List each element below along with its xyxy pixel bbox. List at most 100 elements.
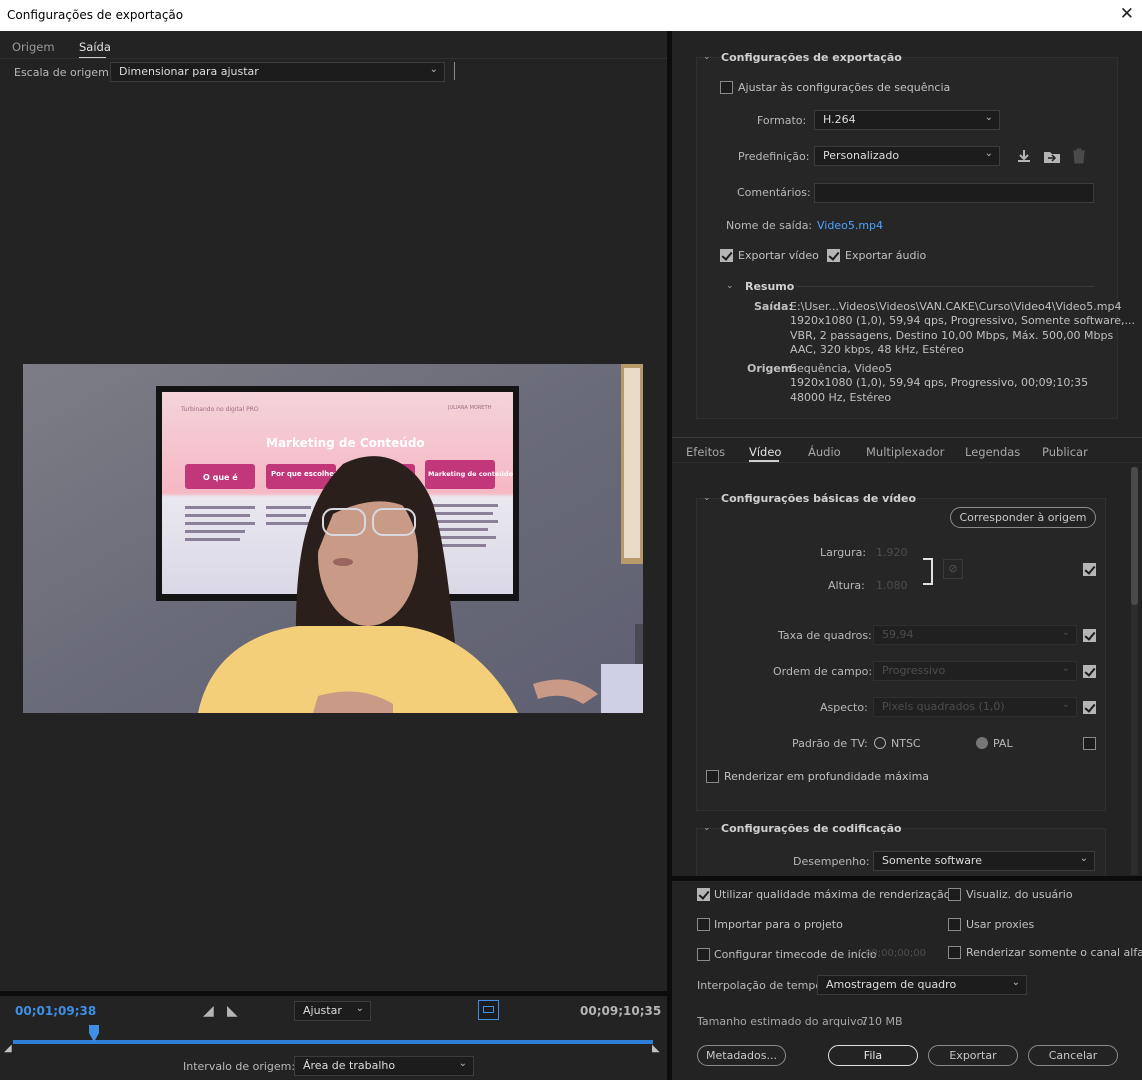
playhead-handle[interactable]	[88, 1025, 99, 1033]
collapse-caret-icon[interactable]: ⌄	[703, 52, 711, 62]
import-project-checkbox[interactable]	[697, 918, 710, 931]
aspect-select[interactable]: Pixels quadrados (1,0) ⌄	[873, 697, 1077, 717]
preset-select[interactable]: Personalizado ⌄	[814, 146, 1000, 166]
constrain-proportions-icon[interactable]: ⊘	[943, 559, 963, 579]
summary-output-label: Saída:	[754, 300, 793, 313]
width-label: Largura:	[820, 546, 867, 559]
match-sequence-checkbox[interactable]	[720, 81, 733, 94]
encoding-title: Configurações de codificação	[721, 822, 902, 835]
slide-title: Marketing de Conteúdo	[266, 436, 425, 450]
aspect-match-checkbox[interactable]	[1083, 701, 1096, 714]
collapse-caret-icon[interactable]: ⌄	[703, 823, 711, 833]
ntsc-radio[interactable]	[874, 737, 886, 749]
use-proxies-checkbox[interactable]	[948, 918, 961, 931]
performance-select[interactable]: Somente software ⌄	[873, 851, 1095, 871]
tab-efeitos[interactable]: Efeitos	[686, 445, 725, 459]
export-audio-checkbox[interactable]	[827, 249, 840, 262]
user-preview-checkbox[interactable]	[948, 888, 961, 901]
comments-input[interactable]	[814, 183, 1094, 203]
scrollbar-thumb[interactable]	[1131, 467, 1138, 605]
max-render-quality-checkbox[interactable]	[697, 888, 710, 901]
summary-output-line: 1920x1080 (1,0), 59,94 qps, Progressivo,…	[790, 314, 1135, 328]
summary-caret-icon[interactable]: ⌄	[726, 281, 734, 291]
preview-image: Turbinando no digital PRO JULIANA MORETH…	[23, 364, 643, 713]
fit-to-frame-icon[interactable]	[478, 1000, 499, 1020]
tab-multiplexador[interactable]: Multiplexador	[866, 445, 944, 459]
total-duration: 00;09;10;35	[580, 1004, 662, 1018]
bottom-splitter[interactable]	[672, 876, 1142, 881]
tab-origem[interactable]: Origem	[12, 40, 55, 54]
frame-rate-match-checkbox[interactable]	[1083, 629, 1096, 642]
max-render-quality-label: Utilizar qualidade máxima de renderizaçã…	[714, 888, 951, 901]
summary-output-line: AAC, 320 kbps, 48 kHz, Estéreo	[790, 343, 964, 357]
source-range-select[interactable]: Área de trabalho ⌄	[294, 1056, 474, 1076]
summary-source-line: 48000 Hz, Estéreo	[790, 390, 892, 404]
field-order-select[interactable]: Progressivo ⌄	[873, 661, 1077, 681]
tab-legendas[interactable]: Legendas	[965, 445, 1020, 459]
timeline-separator	[0, 991, 667, 996]
field-order-value: Progressivo	[882, 664, 946, 677]
cancel-button[interactable]: Cancelar	[1028, 1045, 1118, 1066]
slide-author: JULIANA MORETH	[447, 405, 492, 411]
out-marker-icon[interactable]: ◣	[652, 1043, 660, 1054]
output-name-link[interactable]: Video5.mp4	[817, 219, 883, 232]
width-height-match-checkbox[interactable]	[1083, 563, 1096, 576]
slide-btn-1: O que é	[203, 472, 238, 482]
tv-standard-label: Padrão de TV:	[792, 737, 868, 750]
summary-output-line: E:\User...Videos\Videos\VAN.CAKE\Curso\V…	[790, 300, 1122, 313]
collapse-caret-icon[interactable]: ⌄	[703, 493, 711, 503]
output-name-label: Nome de saída:	[726, 219, 813, 232]
pal-radio[interactable]	[976, 737, 988, 749]
tabs-bottom-divider	[672, 462, 1142, 463]
start-timecode-checkbox[interactable]	[697, 948, 710, 961]
zoom-select[interactable]: Ajustar ⌄	[294, 1001, 371, 1021]
set-in-point-icon[interactable]: ◢	[203, 1003, 214, 1019]
time-interpolation-label: Interpolação de tempo:	[697, 979, 826, 992]
height-value[interactable]: 1.080	[876, 579, 908, 592]
render-alpha-checkbox[interactable]	[948, 946, 961, 959]
delete-preset-icon[interactable]	[1072, 148, 1086, 164]
title-bar: Configurações de exportação ✕	[0, 0, 1142, 31]
tv-standard-match-checkbox[interactable]	[1083, 737, 1096, 750]
performance-label: Desempenho:	[793, 855, 870, 868]
export-video-checkbox[interactable]	[720, 249, 733, 262]
settings-scrollbar[interactable]	[1131, 467, 1138, 875]
import-preset-icon[interactable]	[1043, 148, 1061, 164]
link-bracket	[923, 558, 933, 585]
current-timecode[interactable]: 00;01;09;38	[15, 1004, 96, 1018]
max-depth-checkbox[interactable]	[706, 770, 719, 783]
export-audio-label: Exportar áudio	[845, 249, 927, 262]
format-select[interactable]: H.264 ⌄	[814, 110, 1000, 130]
start-timecode-value[interactable]: 00;00;00;00	[865, 948, 926, 959]
time-interpolation-select[interactable]: Amostragem de quadro ⌄	[817, 975, 1027, 995]
in-marker-icon[interactable]: ◢	[4, 1043, 12, 1054]
playhead-icon[interactable]	[88, 1033, 99, 1042]
tab-saida[interactable]: Saída	[79, 40, 111, 54]
export-settings-title: Configurações de exportação	[721, 51, 902, 64]
tab-publicar[interactable]: Publicar	[1042, 445, 1088, 459]
divider	[0, 58, 667, 59]
pane-splitter[interactable]	[667, 31, 672, 1080]
frame-rate-select[interactable]: 59,94 ⌄	[873, 625, 1077, 645]
queue-button[interactable]: Fila	[828, 1045, 918, 1066]
width-value[interactable]: 1.920	[876, 546, 908, 559]
tab-audio[interactable]: Áudio	[808, 445, 841, 459]
comments-label: Comentários:	[737, 186, 811, 199]
slide-brand: Turbinando no digital PRO	[180, 406, 259, 413]
match-source-button[interactable]: Corresponder à origem	[950, 507, 1096, 528]
start-timecode-label: Configurar timecode de início	[714, 948, 877, 961]
window-title: Configurações de exportação	[7, 8, 184, 22]
summary-divider	[796, 286, 1094, 287]
metadata-button[interactable]: Metadados...	[697, 1045, 786, 1066]
timeline-track[interactable]	[13, 1040, 653, 1044]
export-button[interactable]: Exportar	[928, 1045, 1018, 1066]
close-icon[interactable]: ✕	[1120, 5, 1134, 23]
source-scale-select[interactable]: Dimensionar para ajustar ⌄	[110, 62, 445, 82]
time-interpolation-value: Amostragem de quadro	[826, 978, 957, 991]
set-out-point-icon[interactable]: ◣	[227, 1003, 238, 1019]
tab-video[interactable]: Vídeo	[749, 445, 781, 459]
save-preset-icon[interactable]	[1016, 148, 1032, 164]
format-label: Formato:	[757, 114, 807, 127]
user-preview-label: Visualiz. do usuário	[966, 888, 1073, 901]
field-order-match-checkbox[interactable]	[1083, 665, 1096, 678]
